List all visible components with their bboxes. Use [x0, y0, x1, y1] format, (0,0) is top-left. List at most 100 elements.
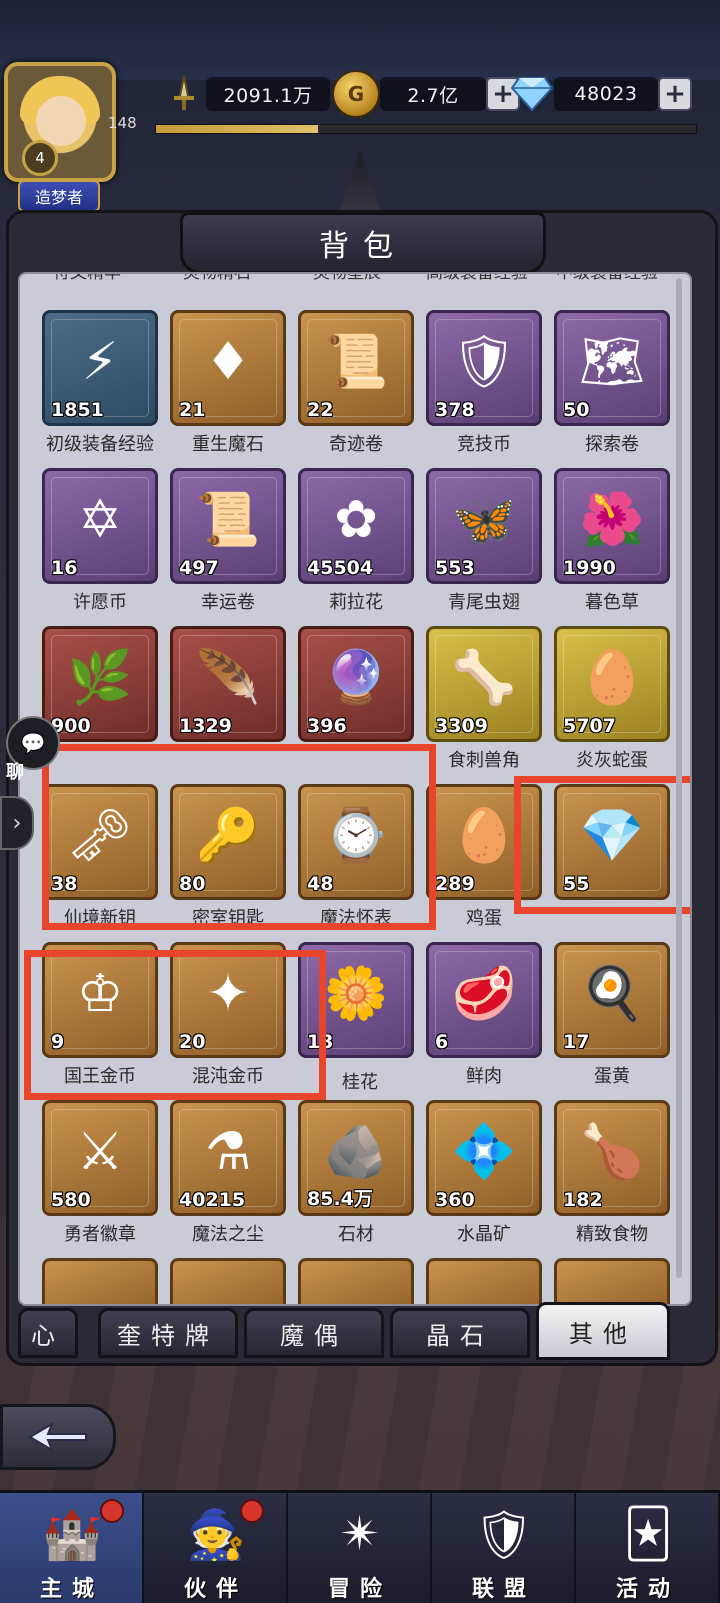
- cut-off-item-label: 符文精华: [53, 272, 121, 283]
- inventory-item[interactable]: 🌺 1990 暮色草: [554, 468, 670, 618]
- item-slot[interactable]: 🍳 17: [554, 942, 670, 1058]
- tab-1[interactable]: 奎特牌: [98, 1308, 238, 1358]
- item-slot[interactable]: 📜 22: [298, 310, 414, 426]
- nav-item-2[interactable]: ✴ 冒险: [288, 1493, 432, 1603]
- item-count: 182: [563, 1189, 603, 1211]
- item-slot[interactable]: 🦴 3309: [426, 626, 542, 742]
- experience-fill: [156, 125, 318, 133]
- tab-4[interactable]: 其他: [536, 1302, 670, 1360]
- inventory-item[interactable]: ⚗ 40215 魔法之尘: [170, 1100, 286, 1250]
- item-slot[interactable]: ⚔ 580: [42, 1100, 158, 1216]
- item-slot-partial[interactable]: [426, 1258, 542, 1304]
- item-slot[interactable]: 🗺 50: [554, 310, 670, 426]
- inventory-item[interactable]: 🦋 553 青尾虫翅: [426, 468, 542, 618]
- inventory-item[interactable]: 🍳 17 蛋黄: [554, 942, 670, 1092]
- item-slot-partial[interactable]: [42, 1258, 158, 1304]
- insect-wing-icon: 🦋: [451, 490, 517, 550]
- carnivorous-plant-icon: 🌿: [67, 648, 133, 708]
- inventory-item[interactable]: 🥚 5707 炎灰蛇蛋: [554, 626, 670, 776]
- nav-item-3[interactable]: 🛡 联盟: [432, 1493, 576, 1603]
- sword-icon: [162, 72, 206, 116]
- inventory-item[interactable]: ✿ 45504 莉拉花: [298, 468, 414, 618]
- nav-item-1[interactable]: 🧙 伙伴: [144, 1493, 288, 1603]
- notification-dot: [240, 1499, 264, 1523]
- inventory-item[interactable]: 📜 22 奇迹卷: [298, 310, 414, 460]
- item-count: 1851: [51, 399, 104, 421]
- item-count: 21: [179, 399, 206, 421]
- item-slot[interactable]: 📜 497: [170, 468, 286, 584]
- item-count: 396: [307, 715, 347, 737]
- egg-yolk-icon: 🍳: [579, 964, 645, 1024]
- gem-value: 48023: [554, 77, 658, 111]
- fresh-meat-icon: 🥩: [451, 964, 517, 1024]
- item-slot[interactable]: 🪨 85.4万: [298, 1100, 414, 1216]
- item-name: 勇者徽章: [64, 1224, 136, 1245]
- miracle-scroll-icon: 📜: [323, 332, 389, 392]
- nav-item-4[interactable]: 🃏 活动: [576, 1493, 720, 1603]
- inventory-item[interactable]: 🍗 182 精致食物: [554, 1100, 670, 1250]
- item-slot[interactable]: 🥚 5707: [554, 626, 670, 742]
- player-avatar[interactable]: 4: [4, 62, 116, 182]
- inventory-item[interactable]: ♦ 21 重生魔石: [170, 310, 286, 460]
- item-slot[interactable]: 🦋 553: [426, 468, 542, 584]
- item-slot[interactable]: 🌿 900: [42, 626, 158, 742]
- diamond-icon: [510, 74, 554, 114]
- highlight-box: [514, 776, 690, 914]
- alliance-icon: 🛡: [473, 1506, 535, 1563]
- cut-off-item-label: 灵物星辰: [313, 272, 381, 283]
- nav-item-0[interactable]: 🏰 主城: [0, 1493, 144, 1603]
- inventory-item[interactable]: 🥩 6 鲜肉: [426, 942, 542, 1092]
- item-slot[interactable]: 🍗 182: [554, 1100, 670, 1216]
- inventory-item[interactable]: 🪨 85.4万 石材: [298, 1100, 414, 1250]
- add-gem-button[interactable]: +: [658, 77, 692, 111]
- cut-off-row: 符文精华 灵物精石 灵物星辰 高级装备经验 中级装备经验: [20, 272, 690, 292]
- cut-off-item-label: 中级装备经验: [556, 272, 658, 283]
- inventory-item[interactable]: ⚔ 580 勇者徽章: [42, 1100, 158, 1250]
- item-slot[interactable]: 🔮 396: [298, 626, 414, 742]
- luck-scroll-icon: 📜: [195, 490, 261, 550]
- item-count: 85.4万: [307, 1188, 373, 1210]
- grid-scrollbar[interactable]: [676, 278, 682, 1278]
- item-slot[interactable]: ♦ 21: [170, 310, 286, 426]
- inventory-item[interactable]: 🛡 378 竞技币: [426, 310, 542, 460]
- inventory-item[interactable]: 🗺 50 探索卷: [554, 310, 670, 460]
- tab-3[interactable]: 晶石: [390, 1308, 530, 1358]
- item-slot-partial[interactable]: [554, 1258, 670, 1304]
- inventory-item[interactable]: ⚡ 1851 初级装备经验: [42, 310, 158, 460]
- side-expand-arrow[interactable]: ›: [0, 796, 34, 850]
- inventory-item[interactable]: 💠 360 水晶矿: [426, 1100, 542, 1250]
- item-count: 580: [51, 1189, 91, 1211]
- nav-label: 伙伴: [183, 1577, 248, 1602]
- back-button[interactable]: [0, 1404, 116, 1470]
- tab-2[interactable]: 魔偶: [244, 1308, 384, 1358]
- item-count: 5707: [563, 715, 616, 737]
- item-grid[interactable]: 符文精华 灵物精石 灵物星辰 高级装备经验 中级装备经验 ⚡ 1851 初级装备经验 ♦ 21 重…: [18, 272, 692, 1306]
- item-slot-partial[interactable]: [170, 1258, 286, 1304]
- item-slot[interactable]: 🪶 1329: [170, 626, 286, 742]
- item-count: 1329: [179, 715, 232, 737]
- item-slot[interactable]: 💠 360: [426, 1100, 542, 1216]
- item-slot[interactable]: ⚡ 1851: [42, 310, 158, 426]
- item-count: 50: [563, 399, 590, 421]
- item-count: 40215: [179, 1189, 246, 1211]
- inventory-item[interactable]: 🦴 3309 食刺兽角: [426, 626, 542, 776]
- activity-icon: 🃏: [623, 1506, 673, 1562]
- item-slot[interactable]: ✡ 16: [42, 468, 158, 584]
- cut-off-item-label: 高级装备经验: [426, 272, 528, 283]
- feather-icon: 🪶: [195, 648, 261, 708]
- item-slot[interactable]: 🌺 1990: [554, 468, 670, 584]
- item-slot-partial[interactable]: [298, 1258, 414, 1304]
- power-resource: 2091.1万: [162, 74, 330, 114]
- item-slot[interactable]: 🛡 378: [426, 310, 542, 426]
- item-slot[interactable]: ✿ 45504: [298, 468, 414, 584]
- player-title: 造梦者: [18, 180, 100, 212]
- wish-coin-icon: ✡: [78, 490, 122, 550]
- tab-0[interactable]: 心: [18, 1308, 78, 1358]
- item-slot[interactable]: ⚗ 40215: [170, 1100, 286, 1216]
- highlight-box: [42, 744, 436, 930]
- item-name: 精致食物: [576, 1224, 648, 1245]
- inventory-item[interactable]: ✡ 16 许愿币: [42, 468, 158, 618]
- item-slot[interactable]: 🥩 6: [426, 942, 542, 1058]
- cut-off-item-label: 灵物精石: [183, 272, 251, 283]
- inventory-item[interactable]: 📜 497 幸运卷: [170, 468, 286, 618]
